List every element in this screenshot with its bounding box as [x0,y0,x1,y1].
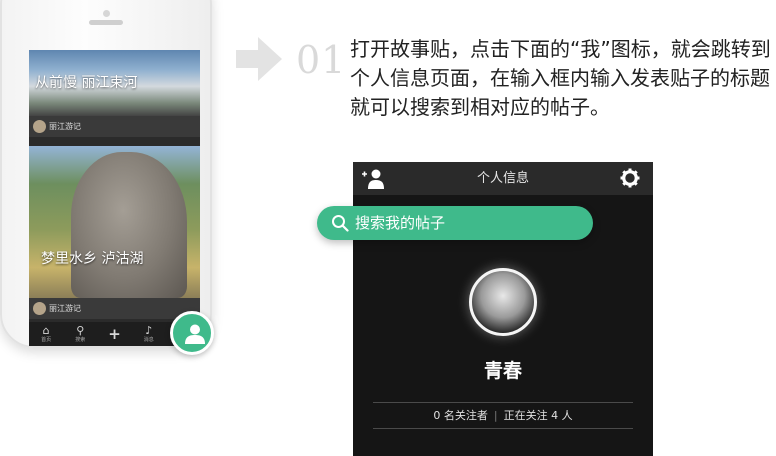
search-icon: ⚲ [76,323,85,337]
tab-home[interactable]: ⌂ 首页 [29,322,63,346]
feed-card-author: 丽江游记 [49,122,81,131]
author-avatar [33,120,46,133]
followers-count[interactable]: 0 名关注者 [433,409,488,422]
feed-card[interactable]: 从前慢 丽江束河 [29,50,200,116]
home-icon: ⌂ [42,323,50,337]
follow-stats: 0 名关注者 | 正在关注 4 人 [373,402,633,429]
tab-label: 消息 [143,336,154,343]
search-icon [332,215,349,232]
phone-screen: 从前慢 丽江束河 丽江游记 梦里水乡 泸沽湖 丽江游记 ⌂ 首页 ⚲ 搜索 + [29,50,200,346]
step-number: 01 [296,38,347,82]
search-input[interactable]: 搜索我的帖子 [317,206,593,240]
tab-add[interactable]: + [97,322,131,346]
plus-icon: + [108,325,121,343]
page-title: 个人信息 [476,171,529,186]
step-instruction: 打开故事贴，点击下面的“我”图标，就会跳转到个人信息页面，在输入框内输入发表贴子… [350,37,771,119]
tab-search[interactable]: ⚲ 搜索 [63,322,97,346]
feed-card-meta: 丽江游记 [29,116,200,137]
username: 青春 [483,360,522,382]
feed-card-meta: 丽江游记 [29,298,200,319]
gear-icon[interactable] [620,168,640,188]
phone-speaker [89,20,123,25]
phone-mockup: 从前慢 丽江束河 丽江游记 梦里水乡 泸沽湖 丽江游记 ⌂ 首页 ⚲ 搜索 + [0,0,212,348]
phone-camera [103,10,110,17]
tab-label: 搜索 [75,336,86,343]
user-icon [185,324,205,344]
tab-label: 首页 [41,336,52,343]
tab-messages[interactable]: ♪ 消息 [132,322,166,346]
me-button[interactable] [170,311,214,355]
search-placeholder: 搜索我的帖子 [355,214,446,232]
divider: | [493,409,498,422]
feed-card-author: 丽江游记 [49,304,81,313]
feed-card[interactable]: 梦里水乡 泸沽湖 [29,146,200,298]
avatar[interactable] [469,268,537,336]
author-avatar [33,302,46,315]
bell-icon: ♪ [145,323,153,337]
following-count[interactable]: 正在关注 4 人 [504,409,573,422]
stone-image [71,152,187,298]
profile-header: 个人信息 [353,162,653,195]
arrow-right-icon [236,37,282,81]
feed-card-title: 梦里水乡 泸沽湖 [41,251,144,267]
feed-card-title: 从前慢 丽江束河 [35,75,138,91]
